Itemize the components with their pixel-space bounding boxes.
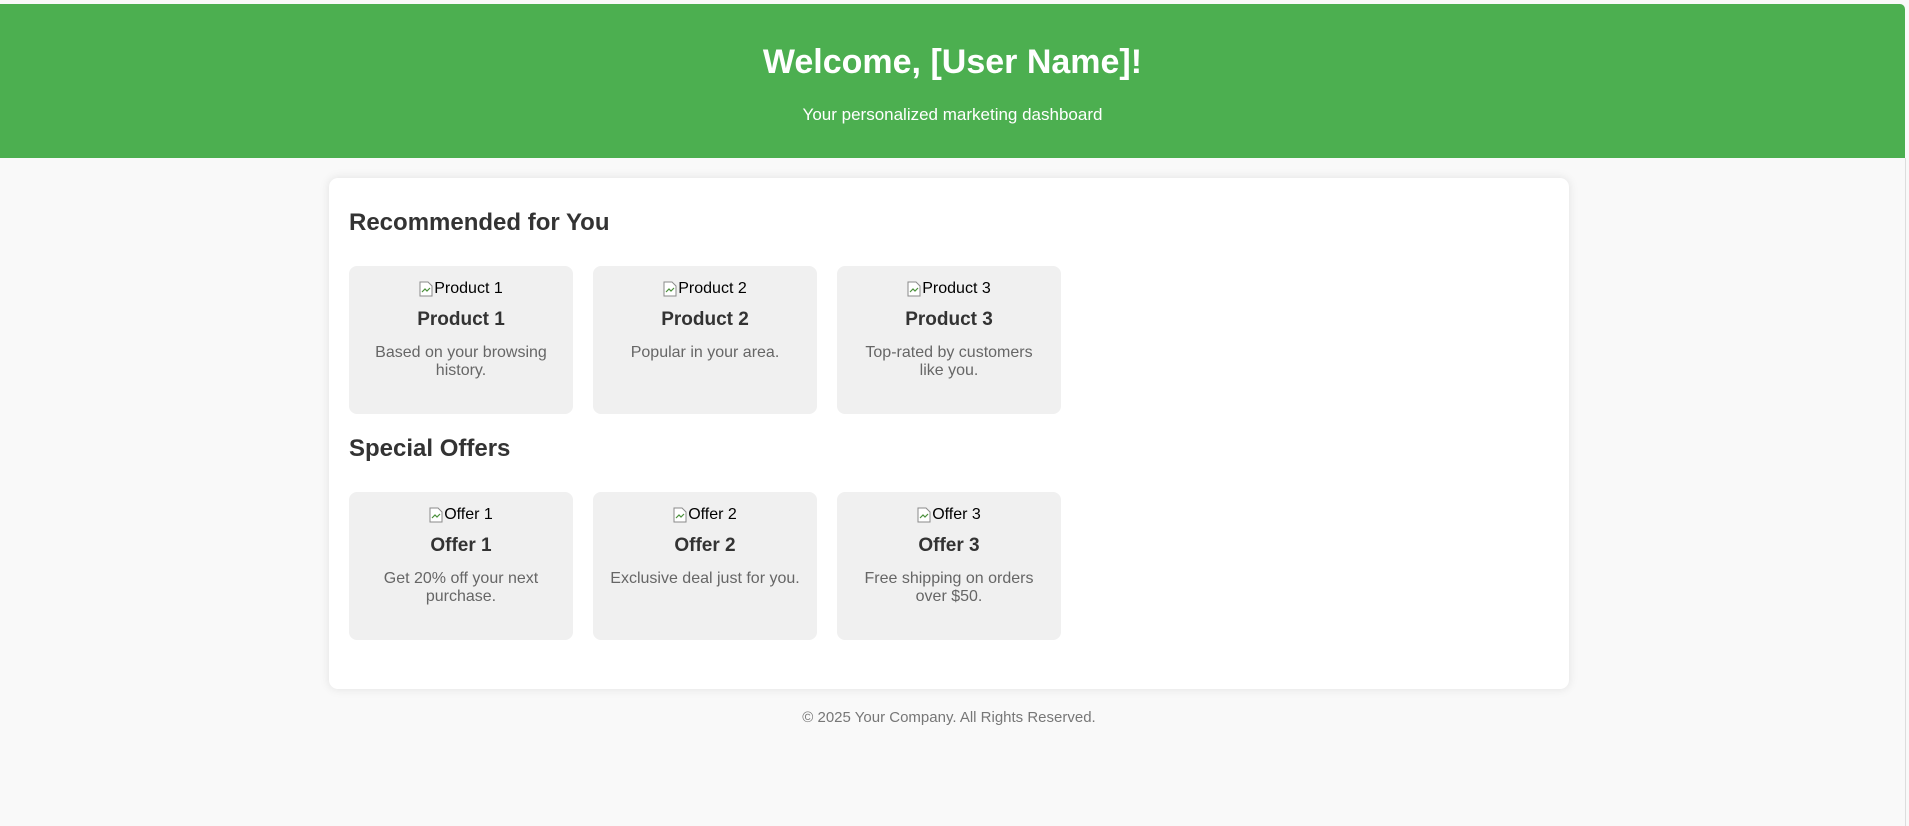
- offer-image: Offer 3: [917, 505, 981, 525]
- offer-description: Free shipping on orders over $50.: [864, 570, 1034, 605]
- product-description: Popular in your area.: [630, 344, 780, 361]
- recommended-products-row: Product 1 Product 1 Based on your browsi…: [349, 266, 1061, 414]
- page-header: Welcome, [User Name]! Your personalized …: [0, 4, 1905, 158]
- page-footer: © 2025 Your Company. All Rights Reserved…: [802, 709, 1096, 726]
- broken-image-icon: [673, 507, 687, 523]
- broken-image-icon: [419, 281, 433, 297]
- offer-image: Offer 2: [673, 505, 737, 525]
- product-name: Product 2: [661, 309, 749, 330]
- welcome-title: Welcome, [User Name]!: [762, 43, 1143, 81]
- offer-image-alt: Offer 3: [932, 506, 981, 523]
- offer-name: Offer 2: [674, 535, 736, 556]
- offer-card[interactable]: Offer 2 Offer 2 Exclusive deal just for …: [593, 492, 817, 640]
- product-card[interactable]: Product 3 Product 3 Top-rated by custome…: [837, 266, 1061, 414]
- broken-image-icon: [429, 507, 443, 523]
- dashboard-container: Recommended for You Product 1 Product 1 …: [329, 178, 1569, 689]
- window-edge-divider: [1905, 158, 1906, 826]
- product-description: Top-rated by customers like you.: [865, 344, 1033, 379]
- product-description: Based on your browsing history.: [375, 344, 547, 379]
- offers-section-title: Special Offers: [349, 435, 511, 462]
- offer-description: Exclusive deal just for you.: [610, 570, 800, 587]
- product-name: Product 1: [417, 309, 505, 330]
- broken-image-icon: [907, 281, 921, 297]
- product-name: Product 3: [905, 309, 993, 330]
- dashboard-subtitle: Your personalized marketing dashboard: [802, 105, 1103, 124]
- offer-name: Offer 3: [918, 535, 980, 556]
- broken-image-icon: [917, 507, 931, 523]
- broken-image-icon: [663, 281, 677, 297]
- product-card[interactable]: Product 2 Product 2 Popular in your area…: [593, 266, 817, 414]
- offer-description: Get 20% off your next purchase.: [383, 570, 539, 605]
- product-image: Product 2: [663, 279, 747, 299]
- offer-name: Offer 1: [430, 535, 492, 556]
- product-image-alt: Product 1: [434, 280, 503, 297]
- product-image-alt: Product 3: [922, 280, 991, 297]
- product-card[interactable]: Product 1 Product 1 Based on your browsi…: [349, 266, 573, 414]
- product-image-alt: Product 2: [678, 280, 747, 297]
- recommended-section-title: Recommended for You: [349, 209, 610, 236]
- offer-image-alt: Offer 2: [688, 506, 737, 523]
- product-image: Product 3: [907, 279, 991, 299]
- product-image: Product 1: [419, 279, 503, 299]
- special-offers-row: Offer 1 Offer 1 Get 20% off your next pu…: [349, 492, 1061, 640]
- offer-card[interactable]: Offer 3 Offer 3 Free shipping on orders …: [837, 492, 1061, 640]
- offer-card[interactable]: Offer 1 Offer 1 Get 20% off your next pu…: [349, 492, 573, 640]
- offer-image-alt: Offer 1: [444, 506, 493, 523]
- offer-image: Offer 1: [429, 505, 493, 525]
